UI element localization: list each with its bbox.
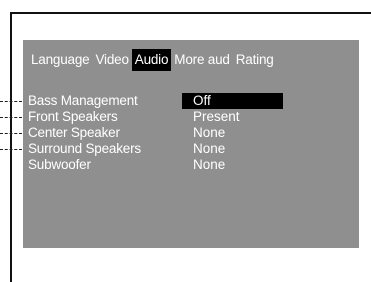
tab-video[interactable]: Video [92, 49, 131, 71]
setting-value[interactable]: None [182, 125, 225, 141]
setting-label: Subwoofer [28, 157, 91, 172]
tab-audio[interactable]: Audio [131, 49, 172, 71]
setting-value[interactable]: Present [182, 109, 240, 125]
frame-left-border [10, 12, 12, 282]
frame-top-border [10, 12, 371, 14]
leader-line-center-speaker [0, 133, 22, 134]
leader-line-bass-management [0, 101, 22, 102]
leader-line-front-speakers [0, 117, 22, 118]
osd-setup-menu: Language Video Audio More aud Rating Bas… [23, 40, 359, 248]
tab-rating[interactable]: Rating [233, 49, 277, 71]
setting-value[interactable]: None [182, 141, 225, 157]
setting-value-selected[interactable]: Off [182, 93, 283, 109]
setting-label: Center Speaker [28, 125, 120, 140]
setting-label: Bass Management [28, 93, 138, 108]
leader-line-surround-speakers [0, 149, 22, 150]
tab-language[interactable]: Language [28, 49, 92, 71]
setting-label: Front Speakers [28, 109, 118, 124]
setting-label: Surround Speakers [28, 141, 141, 156]
tab-more-audio[interactable]: More aud [171, 49, 232, 71]
setting-value[interactable]: None [182, 157, 225, 173]
menu-tab-bar: Language Video Audio More aud Rating [28, 49, 277, 71]
